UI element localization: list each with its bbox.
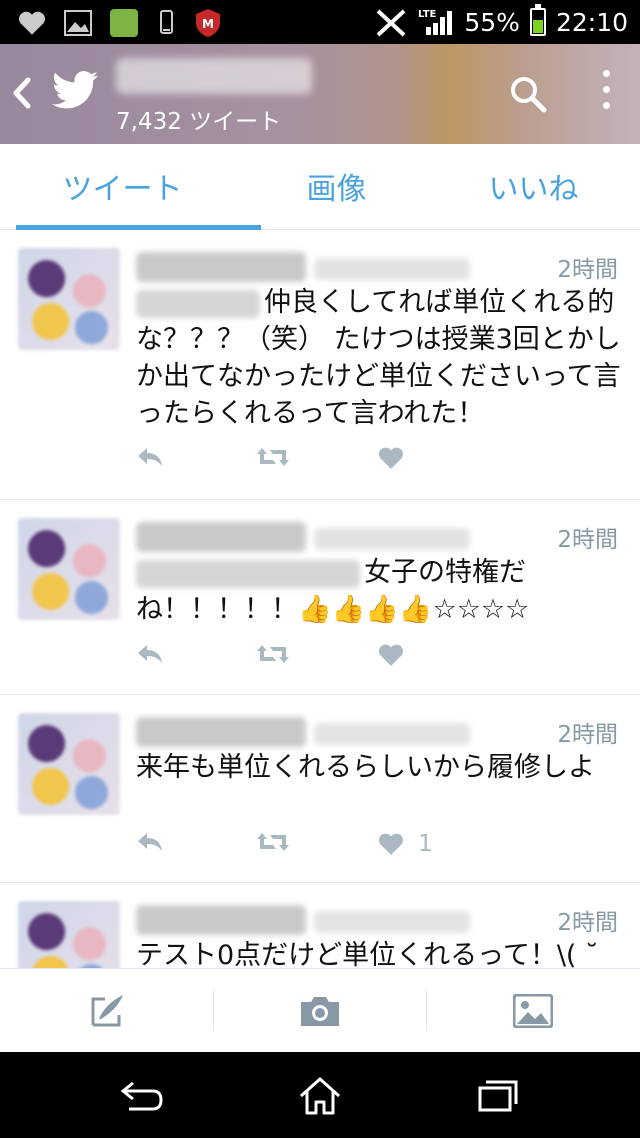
username-blurred xyxy=(314,528,470,550)
battery-percent: 55% xyxy=(464,7,520,37)
mcafee-icon: M xyxy=(196,9,220,37)
display-name-blurred xyxy=(136,905,306,935)
mention-blurred xyxy=(136,289,260,318)
tweet-item[interactable]: 2時間 女子の特権だね！！！！！👍👍👍👍☆☆☆☆ xyxy=(0,500,640,695)
username-blurred xyxy=(314,258,470,280)
reply-button[interactable] xyxy=(136,643,164,665)
display-name-blurred xyxy=(136,522,306,552)
retweet-button[interactable] xyxy=(256,446,290,468)
heart-icon xyxy=(378,833,404,855)
image-icon xyxy=(512,994,553,1028)
phone-icon xyxy=(160,10,173,34)
status-bar: M LTE 55% 22:10 xyxy=(0,0,640,44)
profile-name-blurred xyxy=(116,58,312,94)
tweet-time: 2時間 xyxy=(557,527,618,553)
tweet-item[interactable]: 2時間 仲良くしてれば単位くれる的な？？？（笑） たけつは授業3回とかしか出てな… xyxy=(0,230,640,500)
battery-icon xyxy=(529,4,546,36)
retweet-icon xyxy=(257,448,289,466)
nav-home-button[interactable] xyxy=(296,1074,344,1118)
camera-icon xyxy=(300,997,339,1026)
search-button[interactable] xyxy=(508,74,548,118)
tab-likes[interactable]: いいね xyxy=(427,144,640,228)
avatar[interactable] xyxy=(18,248,120,350)
avatar[interactable] xyxy=(18,518,120,620)
like-count: 1 xyxy=(418,831,433,857)
photo-button[interactable] xyxy=(426,969,639,1053)
app-icon xyxy=(110,9,138,37)
reply-icon xyxy=(138,833,162,851)
heart-icon xyxy=(378,447,404,469)
retweet-icon xyxy=(257,645,289,663)
tweet-time: 2時間 xyxy=(557,722,618,748)
retweet-button[interactable] xyxy=(256,831,290,853)
retweet-icon xyxy=(257,833,289,851)
username-blurred xyxy=(314,723,470,745)
nav-back-button[interactable] xyxy=(118,1074,166,1118)
like-button[interactable] xyxy=(378,446,418,470)
heart-icon xyxy=(19,11,45,35)
gallery-icon xyxy=(64,10,92,36)
mute-icon xyxy=(377,9,406,37)
chevron-left-icon xyxy=(13,77,31,109)
reply-icon xyxy=(138,448,162,466)
compose-tweet-button[interactable] xyxy=(0,969,213,1053)
username-blurred xyxy=(314,911,470,933)
compose-icon xyxy=(91,995,123,1027)
like-button[interactable] xyxy=(378,643,418,667)
clock: 22:10 xyxy=(555,7,628,37)
camera-button[interactable] xyxy=(213,969,426,1053)
twitter-logo xyxy=(52,70,98,114)
tweet-text: 来年も単位くれるらしいから履修しよ xyxy=(136,752,595,783)
search-icon xyxy=(511,77,547,113)
mention-blurred xyxy=(136,559,360,588)
tweet-item[interactable]: 2時間 来年も単位くれるらしいから履修しよ 1 xyxy=(0,695,640,883)
home-icon xyxy=(299,1077,341,1115)
twitter-bird-icon xyxy=(52,71,98,109)
avatar[interactable] xyxy=(18,901,120,968)
nav-recents-button[interactable] xyxy=(474,1074,522,1118)
retweet-button[interactable] xyxy=(256,643,290,665)
tweet-time: 2時間 xyxy=(557,257,618,283)
tweet-text-container: 仲良くしてれば単位くれる的な？？？（笑） たけつは授業3回とかしか出てなかったけ… xyxy=(136,284,622,432)
avatar[interactable] xyxy=(18,713,120,815)
dot-icon xyxy=(602,70,610,77)
reply-icon xyxy=(138,645,162,663)
tweet-actions xyxy=(136,446,456,476)
back-arrow-icon xyxy=(120,1081,163,1111)
reply-button[interactable] xyxy=(136,831,164,853)
tweet-count: 7,432 ツイート xyxy=(116,109,282,135)
dot-icon xyxy=(602,102,610,109)
tweet-text-container: 女子の特権だね！！！！！👍👍👍👍☆☆☆☆ xyxy=(136,554,622,628)
recents-icon xyxy=(478,1080,518,1112)
display-name-blurred xyxy=(136,717,306,747)
tweet-time: 2時間 xyxy=(557,910,618,936)
signal-icon: LTE xyxy=(418,9,453,35)
back-button[interactable] xyxy=(10,74,34,120)
heart-icon xyxy=(378,644,404,666)
tweet-text: テスト0点だけど単位くれるって！\( ˘ xyxy=(136,940,599,968)
more-options-button[interactable] xyxy=(600,70,612,109)
system-nav-bar xyxy=(0,1052,640,1138)
reply-button[interactable] xyxy=(136,446,164,468)
profile-header: 7,432 ツイート xyxy=(0,44,640,144)
tab-media[interactable]: 画像 xyxy=(230,144,443,228)
profile-tabs: ツイート 画像 いいね xyxy=(0,144,640,230)
tab-tweets[interactable]: ツイート xyxy=(16,144,261,230)
tweet-actions: 1 xyxy=(136,831,456,861)
display-name-blurred xyxy=(136,252,306,282)
tweet-item[interactable]: 2時間 テスト0点だけど単位くれるって！\( ˘ xyxy=(0,883,640,968)
like-button[interactable]: 1 xyxy=(378,831,433,857)
svg-text:M: M xyxy=(202,17,214,31)
svg-text:LTE: LTE xyxy=(418,9,437,20)
compose-toolbar xyxy=(0,968,640,1052)
dot-icon xyxy=(602,86,610,93)
tweet-actions xyxy=(136,643,456,673)
